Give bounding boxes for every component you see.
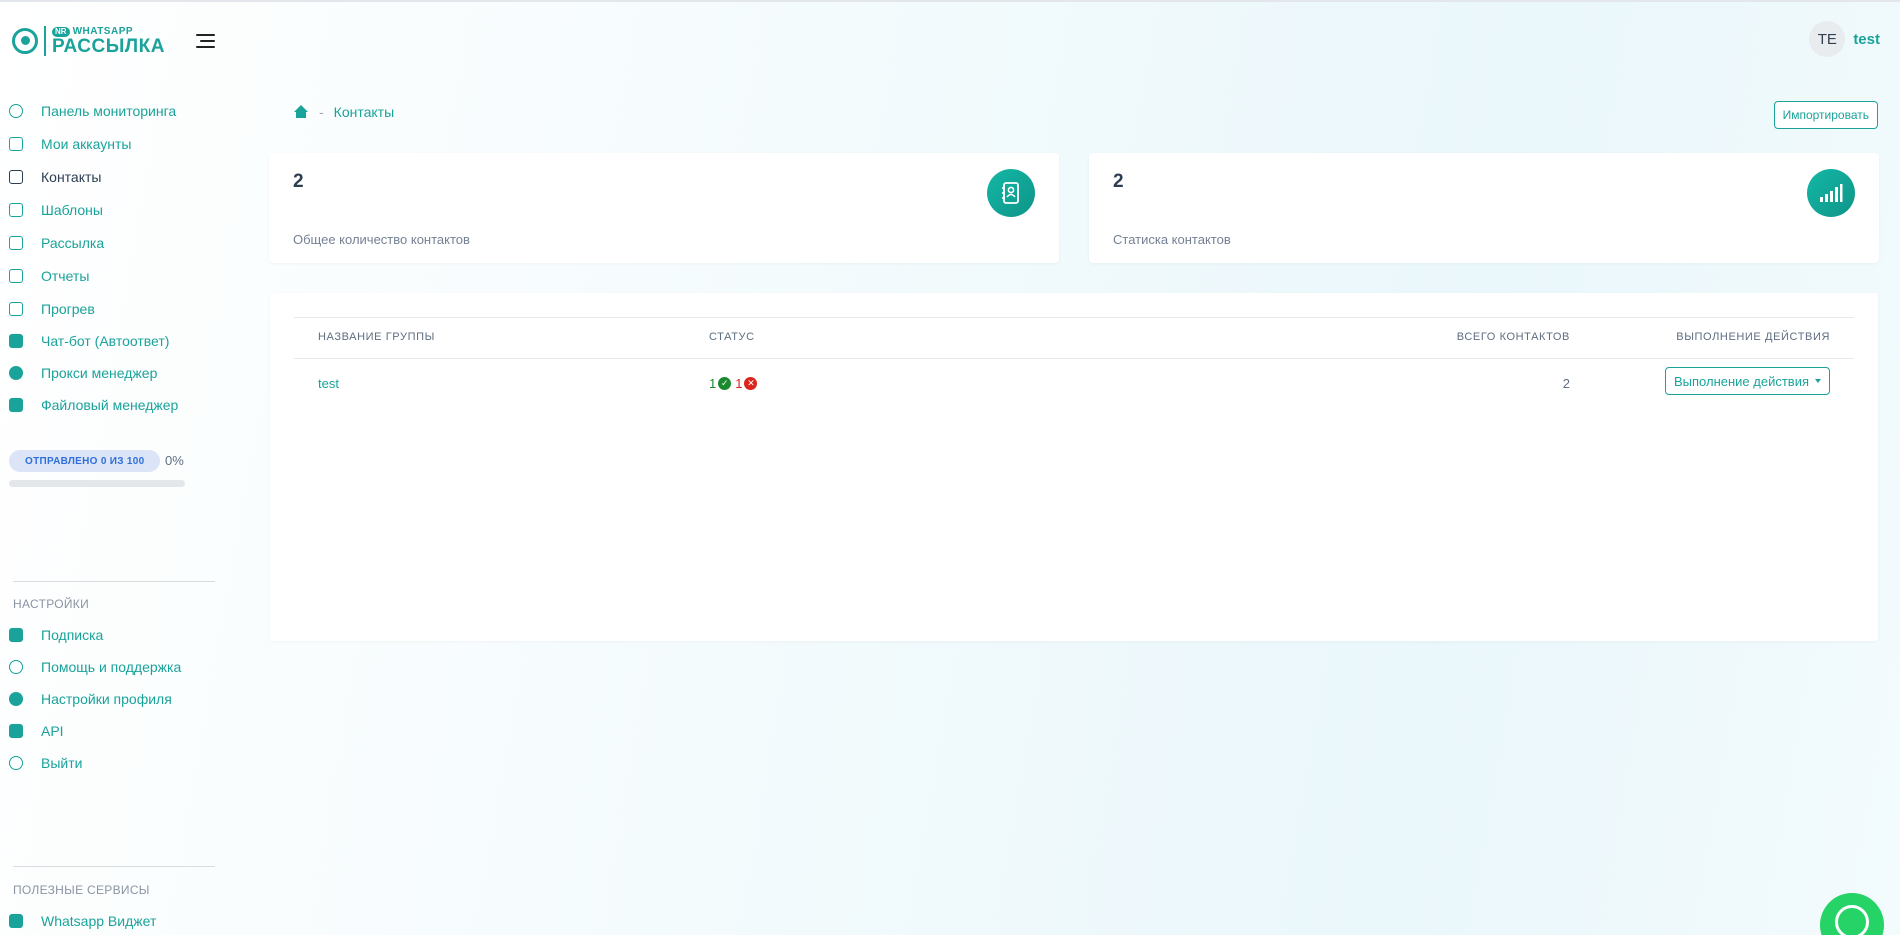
address-book-icon bbox=[987, 169, 1035, 217]
menu-toggle-icon[interactable] bbox=[196, 34, 215, 48]
sidebar-item-label: Прогрев bbox=[41, 301, 95, 317]
col-total[interactable]: ВСЕГО КОНТАКТОВ bbox=[1457, 331, 1570, 343]
table-row: test 1 ✓ 1 ✕ 2 Выполнение действия bbox=[294, 359, 1854, 409]
sidebar-item-profile-settings[interactable]: Настройки профиля bbox=[0, 686, 225, 712]
sidebar-item-accounts[interactable]: Мои аккаунты bbox=[0, 131, 225, 157]
caret-down-icon bbox=[1815, 379, 1821, 383]
warmup-icon bbox=[9, 302, 23, 316]
whatsapp-icon bbox=[1835, 905, 1869, 935]
templates-icon bbox=[9, 203, 23, 217]
logo-badge: NR bbox=[52, 26, 70, 37]
stat-value: 2 bbox=[1113, 171, 1124, 192]
stat-card-total-contacts: 2 Общее количество контактов bbox=[269, 153, 1059, 263]
sidebar-item-label: Whatsapp Виджет bbox=[41, 913, 157, 929]
table-header: НАЗВАНИЕ ГРУППЫ СТАТУС ВСЕГО КОНТАКТОВ В… bbox=[294, 317, 1854, 359]
sidebar-item-subscription[interactable]: Подписка bbox=[0, 622, 225, 648]
gear-icon bbox=[9, 692, 23, 706]
home-icon[interactable] bbox=[293, 105, 309, 119]
key-icon bbox=[9, 724, 23, 738]
col-actions: ВЫПОЛНЕНИЕ ДЕЙСТВИЯ bbox=[1676, 331, 1830, 343]
import-button[interactable]: Импортировать bbox=[1773, 101, 1878, 129]
status-ok-count: 1 bbox=[709, 376, 717, 391]
signal-bars-icon bbox=[1807, 169, 1855, 217]
stat-label: Статиска контактов bbox=[1113, 232, 1231, 247]
sent-percent: 0% bbox=[165, 453, 184, 468]
group-name-link[interactable]: test bbox=[318, 376, 339, 391]
breadcrumb: - Контакты bbox=[293, 104, 394, 120]
sidebar-item-contacts[interactable]: Контакты bbox=[0, 164, 225, 190]
sidebar-item-files[interactable]: Файловый менеджер bbox=[0, 392, 225, 418]
avatar: TE bbox=[1809, 21, 1846, 57]
sidebar-item-chatbot[interactable]: Чат-бот (Автоответ) bbox=[0, 328, 225, 354]
sidebar-item-dashboard[interactable]: Панель мониторинга bbox=[0, 98, 225, 124]
stat-card-contacts-stats: 2 Статиска контактов bbox=[1089, 153, 1879, 263]
group-status: 1 ✓ 1 ✕ bbox=[709, 376, 759, 391]
sidebar-item-mailing[interactable]: Рассылка bbox=[0, 230, 225, 256]
logo-main: РАССЫЛКА bbox=[52, 35, 165, 57]
user-menu[interactable]: TE test bbox=[1809, 21, 1880, 57]
headset-icon bbox=[9, 660, 23, 674]
col-status[interactable]: СТАТУС bbox=[709, 331, 755, 343]
sidebar-item-whatsapp-widget[interactable]: Whatsapp Виджет bbox=[0, 908, 225, 934]
group-total: 2 bbox=[1562, 376, 1570, 391]
sidebar-item-api[interactable]: API bbox=[0, 718, 225, 744]
sent-badge: ОТПРАВЛЕНО 0 ИЗ 100 bbox=[9, 450, 161, 472]
logo-sub: WHATSAPP bbox=[72, 25, 134, 37]
dashboard-icon bbox=[9, 104, 23, 118]
col-group-name[interactable]: НАЗВАНИЕ ГРУППЫ bbox=[318, 331, 435, 343]
sidebar-item-label: Прокси менеджер bbox=[41, 365, 158, 381]
user-name: test bbox=[1853, 30, 1880, 48]
sidebar-item-label: Файловый менеджер bbox=[41, 397, 179, 413]
sidebar-item-label: Выйти bbox=[41, 755, 83, 771]
sidebar-item-label: Подписка bbox=[41, 627, 104, 643]
sidebar-item-label: Помощь и поддержка bbox=[41, 659, 182, 675]
sidebar-item-label: Чат-бот (Автоответ) bbox=[41, 333, 170, 349]
sidebar-item-label: Контакты bbox=[41, 169, 102, 185]
sidebar-item-support[interactable]: Помощь и поддержка bbox=[0, 654, 225, 680]
rocket-icon bbox=[9, 914, 23, 928]
actions-dropdown-label: Выполнение действия bbox=[1673, 373, 1809, 389]
sidebar-item-templates[interactable]: Шаблоны bbox=[0, 197, 225, 223]
proxy-icon bbox=[9, 366, 23, 380]
sidebar-item-label: Рассылка bbox=[41, 235, 105, 251]
groups-table: НАЗВАНИЕ ГРУППЫ СТАТУС ВСЕГО КОНТАКТОВ В… bbox=[270, 293, 1878, 641]
send-icon bbox=[9, 236, 23, 250]
whatsapp-chat-button[interactable] bbox=[1820, 893, 1884, 935]
stat-label: Общее количество контактов bbox=[293, 232, 470, 247]
sidebar-item-label: Шаблоны bbox=[41, 202, 103, 218]
services-section-title: ПОЛЕЗНЫЕ СЕРВИСЫ bbox=[13, 883, 150, 897]
sidebar-item-label: Отчеты bbox=[41, 268, 90, 284]
reports-icon bbox=[9, 269, 23, 283]
check-circle-icon: ✓ bbox=[718, 377, 732, 390]
bot-icon bbox=[9, 334, 23, 348]
sidebar-item-warmup[interactable]: Прогрев bbox=[0, 296, 225, 322]
sidebar-item-label: Мои аккаунты bbox=[41, 136, 132, 152]
sidebar-item-proxy[interactable]: Прокси менеджер bbox=[0, 360, 225, 386]
stat-value: 2 bbox=[293, 171, 304, 192]
sidebar-item-label: Настройки профиля bbox=[41, 691, 172, 707]
x-circle-icon: ✕ bbox=[744, 377, 758, 390]
settings-section-title: НАСТРОЙКИ bbox=[13, 597, 90, 611]
whatsapp-logo-icon bbox=[12, 28, 38, 54]
contacts-icon bbox=[9, 170, 23, 184]
sidebar-item-reports[interactable]: Отчеты bbox=[0, 263, 225, 289]
sidebar-item-label: API bbox=[41, 723, 64, 739]
sent-progress-bar bbox=[9, 480, 185, 487]
folder-icon bbox=[9, 398, 23, 412]
rocket-icon bbox=[9, 628, 23, 642]
power-icon bbox=[9, 756, 23, 770]
breadcrumb-separator: - bbox=[319, 104, 324, 120]
sidebar-item-logout[interactable]: Выйти bbox=[0, 750, 225, 776]
sidebar-item-label: Панель мониторинга bbox=[41, 103, 177, 119]
sidebar: NR WHATSAPP РАССЫЛКА Панель мониторинга … bbox=[0, 2, 225, 935]
status-fail-count: 1 bbox=[735, 376, 743, 391]
accounts-icon bbox=[9, 137, 23, 151]
breadcrumb-current: Контакты bbox=[333, 104, 395, 120]
actions-dropdown-button[interactable]: Выполнение действия bbox=[1664, 367, 1830, 395]
brand-logo[interactable]: NR WHATSAPP РАССЫЛКА bbox=[12, 26, 165, 56]
top-border bbox=[0, 0, 1900, 2]
